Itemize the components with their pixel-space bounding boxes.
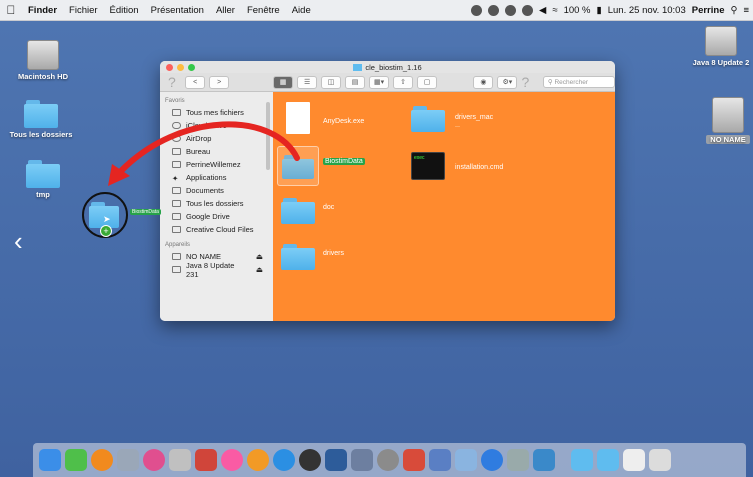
script-editor-icon[interactable]: [429, 449, 451, 471]
drag-arrow: [108, 121, 300, 186]
image-viewer-icon[interactable]: [507, 449, 529, 471]
launchpad-icon[interactable]: [169, 449, 191, 471]
facetime-icon[interactable]: [65, 449, 87, 471]
downloads-folder-icon[interactable]: [597, 449, 619, 471]
trash-icon[interactable]: [649, 449, 671, 471]
arrow-curve: [117, 121, 300, 175]
dock: [33, 443, 746, 477]
image-capture-icon[interactable]: [117, 449, 139, 471]
firefox-icon[interactable]: [91, 449, 113, 471]
drag-label: BiostimData: [130, 209, 161, 215]
photos-icon[interactable]: [143, 449, 165, 471]
document-icon[interactable]: [623, 449, 645, 471]
cursor-icon: ➤: [103, 214, 111, 224]
applications-folder-icon[interactable]: [571, 449, 593, 471]
preview-icon[interactable]: [455, 449, 477, 471]
itunes-icon[interactable]: [221, 449, 243, 471]
ibooks-icon[interactable]: [247, 449, 269, 471]
gimp-icon[interactable]: [351, 449, 373, 471]
app-store-icon[interactable]: [273, 449, 295, 471]
photo-booth-icon[interactable]: [195, 449, 217, 471]
calendar-icon[interactable]: [325, 449, 347, 471]
copy-plus-icon: +: [100, 225, 112, 237]
finder-icon[interactable]: [39, 449, 61, 471]
quicktime-icon[interactable]: [533, 449, 555, 471]
safari-icon[interactable]: [481, 449, 503, 471]
presentation-icon[interactable]: [403, 449, 425, 471]
desktop:  Finder Fichier Édition Présentation Al…: [0, 0, 753, 477]
system-preferences-icon[interactable]: [377, 449, 399, 471]
chrome-icon[interactable]: [299, 449, 321, 471]
